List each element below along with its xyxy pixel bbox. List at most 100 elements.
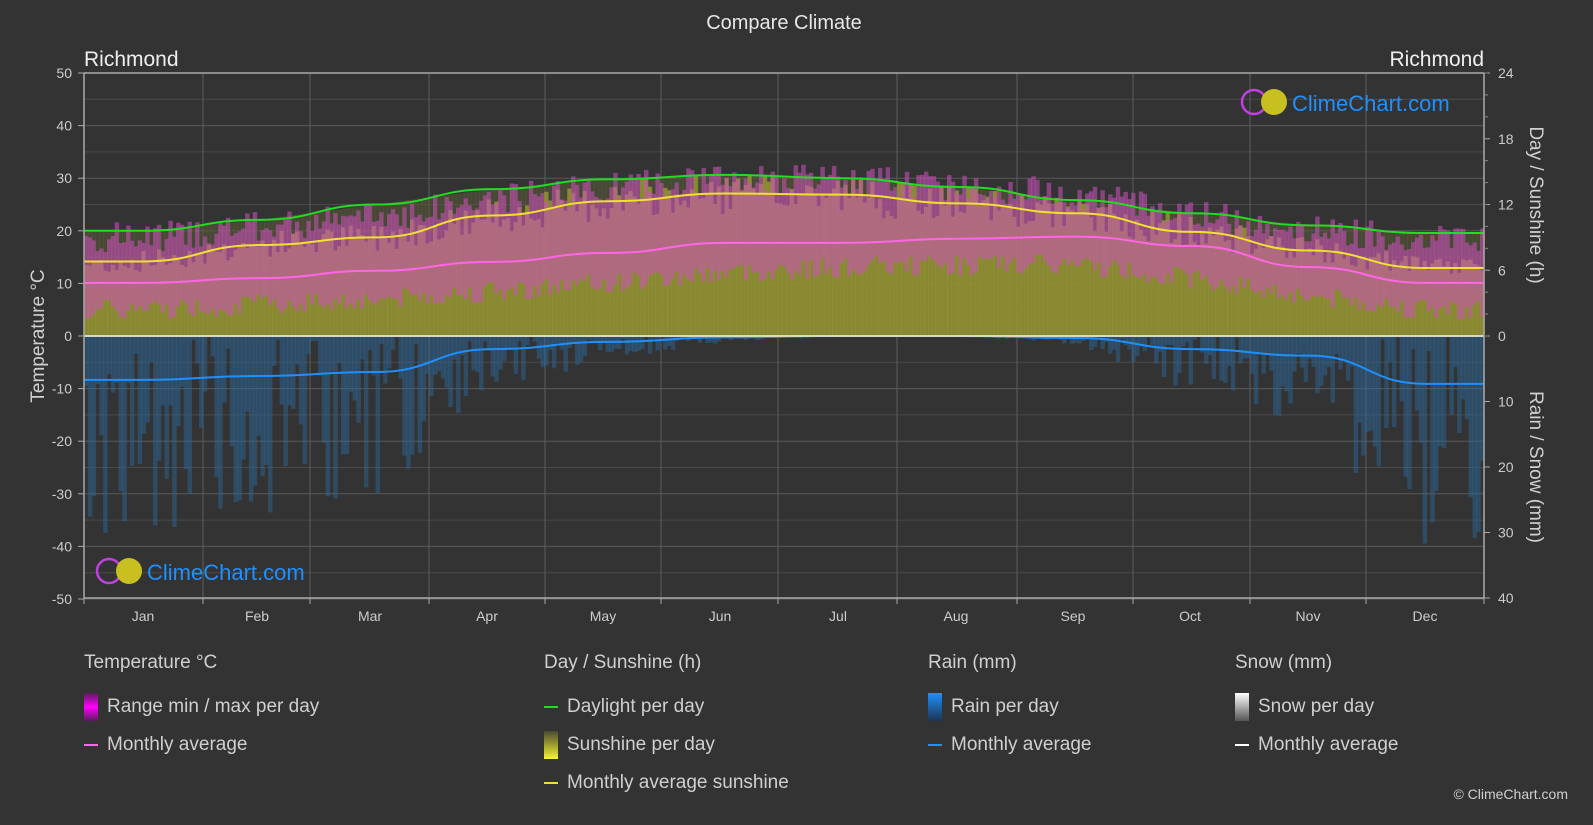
temp-range-bar [1238, 225, 1243, 277]
temp-range-bar [475, 208, 480, 303]
rain-bar [337, 336, 342, 363]
temp-range-bar [505, 211, 511, 290]
rain-bar [1219, 336, 1224, 381]
watermark-text: ClimeChart.com [147, 560, 305, 585]
rain-bar [202, 336, 208, 392]
legend-item[interactable]: Monthly average [84, 726, 319, 764]
temp-range-bar [1468, 245, 1474, 318]
rain-bar [141, 336, 146, 434]
temp-range-bar [540, 193, 545, 284]
chart-title: Compare Climate [706, 12, 862, 34]
temp-range-bar [678, 194, 683, 286]
temp-range-bar [1288, 226, 1293, 293]
temp-range-bar [1322, 232, 1328, 298]
rain-bar [298, 336, 304, 425]
rain-bar [183, 336, 189, 470]
rain-bar [490, 336, 496, 377]
temp-range-bar [1092, 186, 1098, 271]
temp-range-bar [651, 193, 657, 274]
temp-range-bar [107, 239, 112, 301]
rain-bar [1230, 336, 1236, 391]
rain-bar [87, 336, 93, 517]
legend-item[interactable]: Rain per day [928, 688, 1091, 726]
temp-range-bar [670, 189, 676, 280]
temp-range-bar [628, 174, 634, 285]
rain-bar [114, 336, 120, 383]
temp-range-bar [528, 180, 534, 299]
rain-bar [1338, 336, 1343, 370]
temp-range-bar [1265, 224, 1270, 288]
rain-bar [582, 336, 588, 356]
temp-range-bar [1296, 221, 1301, 289]
temp-range-bar [927, 176, 933, 257]
temp-range-bar [179, 224, 185, 300]
temp-range-bar [624, 181, 630, 289]
watermark-top[interactable]: ClimeChart.com [1240, 88, 1450, 116]
rain-bar [1464, 336, 1470, 420]
temp-range-bar [321, 221, 327, 308]
logo-sun-icon [1261, 89, 1287, 115]
temp-range-bar [214, 233, 219, 317]
rain-bar [1357, 336, 1362, 423]
rain-bar [264, 336, 269, 465]
legend-item[interactable]: Monthly average sunshine [544, 764, 789, 802]
rain-bar [1253, 336, 1259, 405]
rain-bar [479, 336, 484, 391]
temp-range-bar [582, 182, 588, 282]
temp-range-bar [854, 188, 860, 274]
rain-bar [348, 336, 354, 392]
rain-bar [99, 336, 104, 436]
temp-range-bar [1138, 191, 1144, 279]
legend-item[interactable]: Monthly average [1235, 726, 1398, 764]
legend-label: Range min / max per day [107, 696, 320, 717]
rain-bar [628, 336, 634, 351]
rain-bar [229, 336, 235, 447]
temp-range-bar [943, 199, 948, 264]
left-tick-label: -50 [52, 591, 72, 607]
rain-bar [367, 336, 373, 351]
left-tick-label: -40 [52, 538, 72, 554]
rain-bar [1280, 336, 1286, 387]
temp-range-bar [1422, 248, 1428, 301]
logo-sun-icon [116, 558, 142, 584]
rain-bar [260, 336, 265, 477]
rain-bar [410, 336, 415, 455]
temp-range-bar [1365, 226, 1370, 312]
legend-title: Snow (mm) [1235, 652, 1333, 673]
legend-item[interactable]: Snow per day [1235, 688, 1398, 726]
rain-bar [559, 336, 565, 350]
temp-range-bar [1334, 233, 1339, 290]
temp-range-bar [663, 194, 668, 287]
rain-bar [540, 336, 545, 368]
legend-item[interactable]: Daylight per day [544, 688, 789, 726]
temp-range-bar [555, 181, 561, 293]
legend-item[interactable]: Range min / max per day [84, 688, 319, 726]
temp-range-bar [732, 172, 737, 269]
temp-range-bar [601, 200, 607, 280]
rain-bar [302, 336, 308, 465]
temp-range-bar [1200, 226, 1205, 280]
temp-range-bar [644, 169, 649, 286]
legend-label: Rain per day [951, 696, 1059, 717]
legend-item[interactable]: Monthly average [928, 726, 1091, 764]
legend-rain: Rain (mm) Rain per day Monthly average [928, 652, 1091, 764]
rain-bar [360, 336, 365, 360]
rain-bar [670, 336, 676, 350]
rain-bar [1361, 336, 1366, 456]
temp-range-bar [268, 230, 273, 305]
temp-range-bar [866, 170, 871, 266]
rain-bar [271, 336, 277, 366]
rain-bar [1296, 336, 1301, 354]
temp-range-bar [904, 171, 910, 272]
rain-bar [1345, 336, 1351, 381]
temp-range-bar [609, 187, 614, 293]
temp-range-bar [413, 217, 419, 295]
rain-bar [567, 336, 572, 348]
legend-item[interactable]: Sunshine per day [544, 726, 789, 764]
copyright[interactable]: © ClimeChart.com [1453, 786, 1568, 802]
temp-range-bar [425, 217, 430, 304]
temp-range-bar [682, 189, 687, 275]
rain-bar [1173, 336, 1178, 386]
temp-range-bar [701, 168, 706, 282]
watermark-bottom[interactable]: ClimeChart.com [95, 557, 305, 585]
